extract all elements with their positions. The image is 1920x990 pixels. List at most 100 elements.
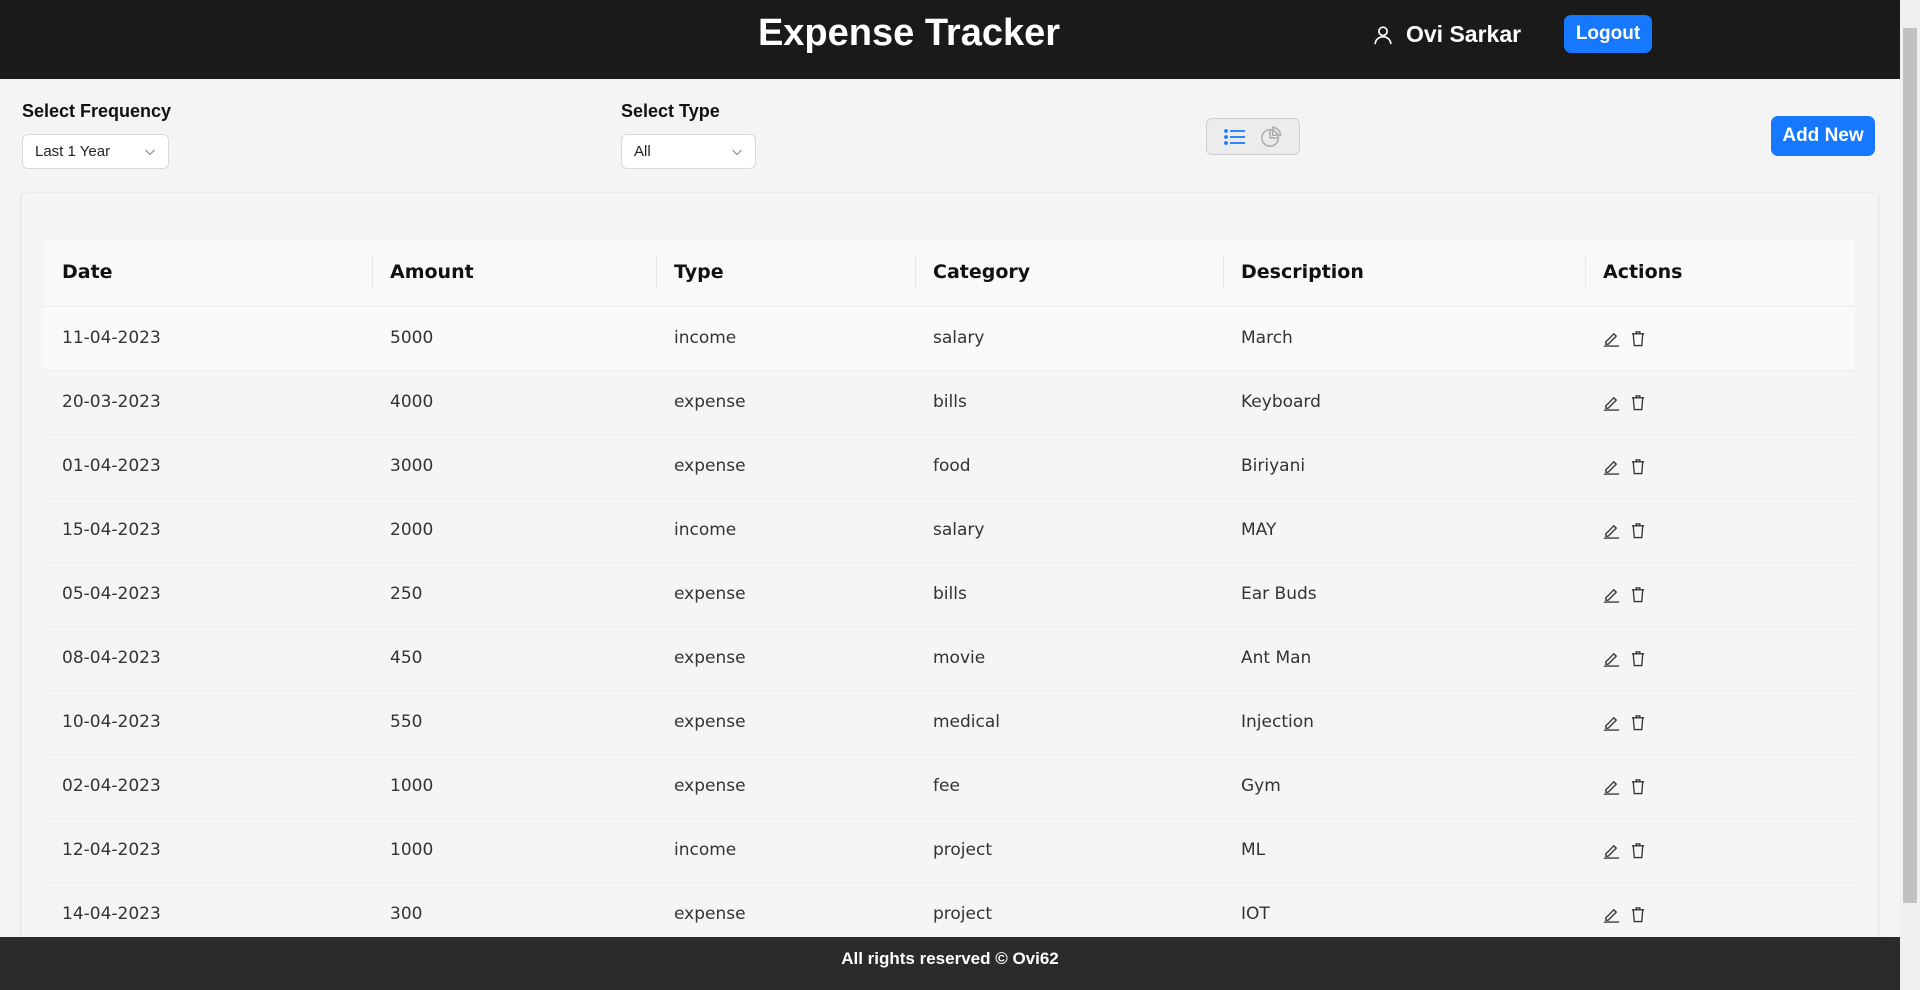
view-toggle (1206, 118, 1300, 155)
edit-button[interactable] (1603, 586, 1620, 603)
type-select-value: All (634, 143, 651, 160)
edit-button[interactable] (1603, 522, 1620, 539)
list-icon (1224, 128, 1245, 145)
frequency-select[interactable]: Last 1 Year (22, 134, 169, 169)
cell-actions (1585, 626, 1854, 691)
cell-description: Keyboard (1223, 370, 1585, 435)
edit-icon (1603, 524, 1620, 539)
scrollbar[interactable] (1900, 0, 1920, 990)
cell-date: 20-03-2023 (44, 370, 372, 435)
delete-button[interactable] (1630, 650, 1646, 667)
edit-button[interactable] (1603, 778, 1620, 795)
delete-button[interactable] (1630, 778, 1646, 795)
delete-button[interactable] (1630, 906, 1646, 923)
cell-amount: 450 (372, 626, 656, 691)
app-title: Expense Tracker (757, 12, 1061, 54)
cell-amount: 2000 (372, 498, 656, 563)
table-row: 01-04-2023 3000 expense food Biriyani (44, 434, 1854, 499)
cell-type: income (656, 498, 915, 563)
edit-icon (1603, 460, 1620, 475)
cell-amount: 3000 (372, 434, 656, 499)
chart-view-button[interactable] (1260, 126, 1282, 148)
edit-icon (1603, 716, 1620, 731)
table-row: 05-04-2023 250 expense bills Ear Buds (44, 562, 1854, 627)
delete-button[interactable] (1630, 842, 1646, 859)
cell-date: 02-04-2023 (44, 754, 372, 819)
cell-type: income (656, 306, 915, 371)
type-label: Select Type (621, 101, 720, 121)
column-header-description[interactable]: Description (1223, 239, 1585, 307)
cell-description: ML (1223, 818, 1585, 883)
delete-button[interactable] (1630, 522, 1646, 539)
table-row: 02-04-2023 1000 expense fee Gym (44, 754, 1854, 819)
delete-button[interactable] (1630, 394, 1646, 411)
cell-description: Ear Buds (1223, 562, 1585, 627)
delete-button[interactable] (1630, 586, 1646, 603)
type-select[interactable]: All (621, 134, 756, 169)
edit-button[interactable] (1603, 906, 1620, 923)
edit-button[interactable] (1603, 394, 1620, 411)
cell-date: 15-04-2023 (44, 498, 372, 563)
cell-date: 11-04-2023 (44, 306, 372, 371)
add-new-button[interactable]: Add New (1771, 116, 1875, 156)
edit-button[interactable] (1603, 458, 1620, 475)
cell-amount: 4000 (372, 370, 656, 435)
delete-icon (1631, 458, 1645, 474)
cell-description: MAY (1223, 498, 1585, 563)
cell-description: Injection (1223, 690, 1585, 755)
cell-type: expense (656, 754, 915, 819)
cell-actions (1585, 434, 1854, 499)
delete-button[interactable] (1630, 714, 1646, 731)
delete-icon (1631, 714, 1645, 730)
logout-button[interactable]: Logout (1564, 15, 1652, 53)
cell-category: bills (915, 562, 1223, 627)
pie-chart-icon (1261, 126, 1282, 147)
column-header-category[interactable]: Category (915, 239, 1223, 307)
table-row: 10-04-2023 550 expense medical Injection (44, 690, 1854, 755)
cell-date: 05-04-2023 (44, 562, 372, 627)
delete-icon (1631, 522, 1645, 538)
delete-button[interactable] (1630, 458, 1646, 475)
list-view-button[interactable] (1224, 127, 1246, 147)
delete-icon (1631, 778, 1645, 794)
table-body: 11-04-2023 5000 income salary March 20-03-202… (44, 306, 1854, 947)
cell-date: 10-04-2023 (44, 690, 372, 755)
transactions-card: Date Amount Type Category Description Ac… (22, 193, 1878, 953)
cell-actions (1585, 690, 1854, 755)
frequency-label: Select Frequency (22, 101, 172, 121)
scrollbar-thumb[interactable] (1903, 28, 1917, 903)
column-header-amount[interactable]: Amount (372, 239, 656, 307)
edit-icon (1603, 844, 1620, 859)
cell-category: project (915, 818, 1223, 883)
column-header-type[interactable]: Type (656, 239, 915, 307)
user-info: Ovi Sarkar (1372, 21, 1521, 48)
cell-category: fee (915, 754, 1223, 819)
cell-actions (1585, 562, 1854, 627)
user-icon (1374, 25, 1392, 44)
app-header: Expense Tracker Ovi Sarkar Logout (0, 0, 1900, 79)
edit-icon (1603, 396, 1620, 411)
edit-button[interactable] (1603, 714, 1620, 731)
cell-type: expense (656, 626, 915, 691)
cell-type: income (656, 818, 915, 883)
cell-amount: 550 (372, 690, 656, 755)
cell-actions (1585, 306, 1854, 371)
delete-button[interactable] (1630, 330, 1646, 347)
cell-category: bills (915, 370, 1223, 435)
edit-icon (1603, 588, 1620, 603)
cell-date: 12-04-2023 (44, 818, 372, 883)
cell-category: medical (915, 690, 1223, 755)
table-row: 08-04-2023 450 expense movie Ant Man (44, 626, 1854, 691)
delete-icon (1631, 842, 1645, 858)
edit-button[interactable] (1603, 842, 1620, 859)
edit-icon (1603, 780, 1620, 795)
delete-icon (1631, 586, 1645, 602)
footer-text: All rights reserved © Ovi62 (841, 949, 1059, 968)
edit-button[interactable] (1603, 330, 1620, 347)
column-header-date[interactable]: Date (44, 239, 372, 307)
cell-category: food (915, 434, 1223, 499)
delete-icon (1631, 906, 1645, 922)
cell-category: salary (915, 306, 1223, 371)
cell-amount: 1000 (372, 754, 656, 819)
edit-button[interactable] (1603, 650, 1620, 667)
